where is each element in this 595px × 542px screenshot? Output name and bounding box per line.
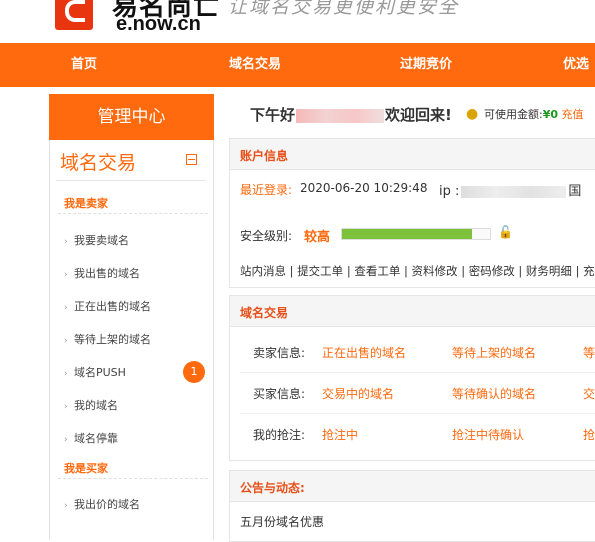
notice-panel: 公告与动态: 五月份域名优惠	[229, 470, 595, 542]
divider	[58, 478, 208, 479]
nav-expired-auction[interactable]: 过期竞价	[400, 43, 452, 87]
link-snatch-more[interactable]: 抢	[583, 426, 595, 443]
link-buyer-more[interactable]: 交	[583, 385, 595, 402]
nav-home[interactable]: 首页	[71, 43, 97, 87]
security-level-value: 较高	[304, 230, 331, 245]
chevron-right-icon: ›	[64, 369, 68, 379]
ip-masked	[461, 185, 567, 198]
link-snatching[interactable]: 抢注中	[322, 426, 358, 443]
security-progress-fill	[342, 229, 473, 239]
sidebar-item-pending-listing[interactable]: › 等待上架的域名	[64, 331, 151, 347]
chevron-right-icon: ›	[64, 237, 68, 247]
logo-icon[interactable]	[55, 0, 93, 30]
main-nav: 首页 域名交易 过期竞价 优选	[0, 43, 595, 87]
trade-panel-title: 域名交易	[240, 306, 289, 320]
security-level-label: 安全级别:	[240, 229, 293, 243]
sidebar-title: 域名交易	[60, 152, 137, 174]
coins-icon: ●	[466, 106, 479, 122]
seller-info-label: 卖家信息:	[253, 346, 306, 360]
security-progress-bar	[341, 228, 491, 240]
chevron-right-icon: ›	[64, 303, 68, 313]
sidebar-item-on-sale[interactable]: › 正在出售的域名	[64, 298, 151, 314]
link-trading-domains[interactable]: 交易中的域名	[322, 385, 394, 402]
chevron-right-icon: ›	[64, 402, 68, 412]
divider	[56, 180, 206, 181]
ip-label: ip :国	[439, 184, 582, 199]
link-snatch-pending[interactable]: 抢注中待确认	[452, 426, 524, 443]
divider	[58, 213, 208, 214]
sidebar-item-sell-domain[interactable]: › 我要卖域名	[64, 232, 129, 248]
link-pending-listing[interactable]: 等待上架的域名	[452, 344, 536, 361]
recharge-link[interactable]: 充值	[562, 108, 584, 121]
sidebar-item-my-bids[interactable]: › 我出价的域名	[64, 496, 140, 512]
link-awaiting-confirm[interactable]: 等待确认的域名	[452, 385, 536, 402]
buyer-section-title: 我是买家	[64, 462, 108, 475]
chevron-right-icon: ›	[64, 270, 68, 280]
sidebar-item-domain-parking[interactable]: › 域名停靠	[64, 430, 118, 446]
username-masked	[296, 108, 385, 123]
sidebar-item-my-domains[interactable]: › 我的域名	[64, 397, 118, 413]
sidebar-item-domain-push[interactable]: › 域名PUSH	[64, 364, 126, 380]
link-on-sale-domains[interactable]: 正在出售的域名	[322, 344, 406, 361]
chevron-right-icon: ›	[64, 501, 68, 511]
balance-amount: ¥0	[542, 108, 559, 121]
account-panel: 账户信息 最近登录: 2020-06-20 10:29:48 ip :国 安全级…	[229, 138, 595, 288]
divider	[240, 413, 595, 414]
balance-info: 可使用金额:¥0 充值	[484, 108, 584, 121]
notice-item[interactable]: 五月份域名优惠	[240, 513, 324, 530]
nav-premium[interactable]: 优选	[563, 43, 589, 87]
last-login-time: 2020-06-20 10:29:48	[300, 181, 428, 195]
buyer-info-label: 买家信息:	[253, 387, 306, 401]
lock-icon: 🔓	[498, 225, 513, 239]
sidebar-item-my-sold[interactable]: › 我出售的域名	[64, 265, 140, 281]
slogan: 让域名交易更便利更安全	[228, 0, 460, 18]
chevron-right-icon: ›	[64, 336, 68, 346]
sidebar: 域名交易 我是卖家 › 我要卖域名 › 我出售的域名 › 正在出售的域名 › 等待上架的…	[49, 140, 214, 540]
nav-domain-trade[interactable]: 域名交易	[229, 43, 281, 87]
account-quick-links[interactable]: 站内消息 | 提交工单 | 查看工单 | 资料修改 | 密码修改 | 财务明细 …	[240, 263, 595, 279]
management-center-heading[interactable]: 管理中心	[49, 94, 214, 140]
greeting: 下午好 欢迎回来!	[250, 106, 452, 124]
divider	[240, 372, 595, 373]
collapse-icon[interactable]	[186, 154, 197, 165]
push-count-badge: 1	[183, 361, 205, 383]
link-seller-more[interactable]: 等	[583, 344, 595, 361]
notice-panel-title: 公告与动态:	[240, 481, 305, 495]
logo-url[interactable]: e.now.cn	[116, 13, 201, 36]
last-login-label: 最近登录:	[240, 183, 293, 197]
account-panel-title: 账户信息	[240, 149, 289, 163]
my-snatch-label: 我的抢注:	[253, 428, 306, 442]
chevron-right-icon: ›	[64, 435, 68, 445]
seller-section-title: 我是卖家	[64, 197, 108, 210]
site-header: 易名尚亡 e.now.cn 让域名交易更便利更安全	[0, 0, 595, 43]
domain-trade-panel: 域名交易 卖家信息: 正在出售的域名 等待上架的域名 等 买家信息: 交易中的域…	[229, 295, 595, 461]
